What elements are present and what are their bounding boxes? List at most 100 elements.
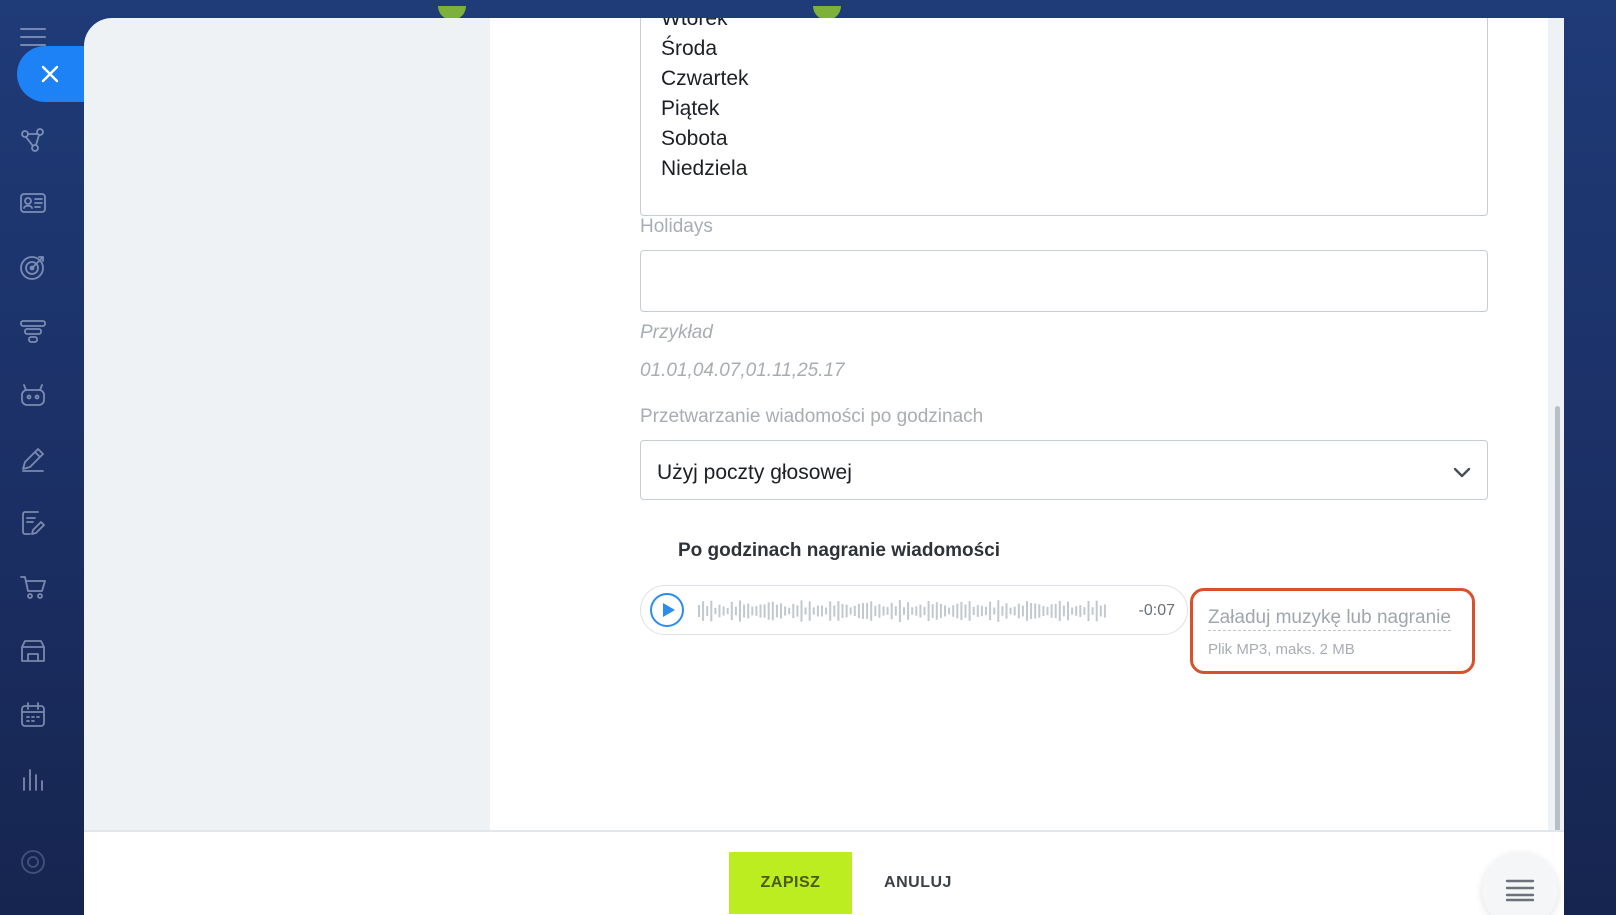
after-hours-select[interactable]: Użyj poczty głosowej xyxy=(640,440,1488,500)
waveform-bar xyxy=(800,600,803,622)
waveform-bar xyxy=(1091,607,1094,615)
weekday-item[interactable]: Czwartek xyxy=(661,67,749,91)
waveform-bar xyxy=(751,606,754,616)
waveform-bar xyxy=(952,605,955,617)
waveform[interactable] xyxy=(698,596,1108,626)
waveform-bar xyxy=(939,603,942,619)
waveform-bar xyxy=(698,605,700,617)
store-icon[interactable] xyxy=(17,635,49,667)
cancel-button[interactable]: ANULUJ xyxy=(868,852,968,914)
waveform-bar xyxy=(825,607,828,615)
menu-button[interactable] xyxy=(1482,852,1558,915)
chevron-down-icon xyxy=(1451,461,1473,483)
waveform-bar xyxy=(853,605,856,617)
scrollbar-thumb[interactable] xyxy=(1555,406,1560,836)
waveform-bar xyxy=(841,604,844,618)
waveform-bar xyxy=(1103,604,1106,618)
waveform-bar xyxy=(808,601,811,621)
contact-card-icon[interactable] xyxy=(17,187,49,219)
weekday-item[interactable]: Środa xyxy=(661,37,717,61)
waveform-bar xyxy=(964,604,967,618)
close-icon xyxy=(41,65,59,83)
save-button[interactable]: ZAPISZ xyxy=(729,852,852,914)
waveform-bar xyxy=(1046,606,1049,616)
waveform-bar xyxy=(833,605,836,617)
waveform-bar xyxy=(788,607,791,615)
waveform-bar xyxy=(866,603,869,619)
waveform-bar xyxy=(1013,606,1016,616)
waveform-bar xyxy=(816,605,819,617)
play-button[interactable] xyxy=(650,593,684,627)
weekday-item[interactable]: Piątek xyxy=(661,97,719,121)
waveform-bar xyxy=(1087,600,1090,622)
settings-icon[interactable] xyxy=(17,846,49,878)
robot-icon[interactable] xyxy=(17,379,49,411)
waveform-bar xyxy=(763,604,766,618)
document-edit-icon[interactable] xyxy=(17,507,49,539)
holidays-input[interactable] xyxy=(640,250,1488,312)
waveform-bar xyxy=(935,602,938,620)
upload-music-link[interactable]: Załaduj muzykę lub nagranie xyxy=(1208,607,1451,631)
waveform-bar xyxy=(911,607,914,615)
after-hours-selected-value: Użyj poczty głosowej xyxy=(657,461,852,484)
waveform-bar xyxy=(1079,605,1082,617)
upload-highlight: Załaduj muzykę lub nagranie Plik MP3, ma… xyxy=(1190,588,1475,674)
settings-panel: Wtorek Środa Czwartek Piątek Sobota Nied… xyxy=(84,18,1564,915)
waveform-bar xyxy=(755,606,758,616)
waveform-bar xyxy=(874,605,877,617)
scrollbar[interactable] xyxy=(1548,18,1564,836)
waveform-bar xyxy=(1095,600,1098,622)
analytics-icon[interactable] xyxy=(17,763,49,795)
waveform-bar xyxy=(726,607,729,615)
waveform-bar xyxy=(931,604,934,618)
waveform-bar xyxy=(1001,606,1004,616)
form-content: Wtorek Środa Czwartek Piątek Sobota Nied… xyxy=(490,18,1564,830)
weekday-list[interactable]: Wtorek Środa Czwartek Piątek Sobota Nied… xyxy=(640,18,1488,216)
waveform-bar xyxy=(743,604,746,618)
waveform-bar xyxy=(997,600,1000,622)
waveform-bar xyxy=(993,607,996,615)
waveform-bar xyxy=(1083,607,1086,615)
cart-icon[interactable] xyxy=(17,571,49,603)
example-label: Przykład xyxy=(640,322,713,343)
list-icon xyxy=(1505,879,1535,902)
waveform-bar xyxy=(706,606,709,616)
waveform-bar xyxy=(870,601,873,621)
waveform-bar xyxy=(903,607,905,615)
waveform-bar xyxy=(1099,605,1102,617)
waveform-bar xyxy=(890,602,893,620)
playback-time: -0:07 xyxy=(1138,602,1175,619)
waveform-bar xyxy=(804,607,807,615)
waveform-bar xyxy=(845,604,848,618)
calendar-icon[interactable] xyxy=(17,699,49,731)
waveform-bar xyxy=(792,603,795,619)
target-icon[interactable] xyxy=(17,251,49,283)
waveform-bar xyxy=(907,602,910,620)
waveform-bar xyxy=(1050,604,1053,618)
audio-player: -0:07 xyxy=(640,585,1188,635)
menu-icon[interactable] xyxy=(20,28,46,48)
waveform-bar xyxy=(878,604,881,618)
waveform-bar xyxy=(944,605,946,617)
waveform-bar xyxy=(739,600,741,622)
weekday-item[interactable]: Niedziela xyxy=(661,157,747,181)
waveform-bar xyxy=(1026,601,1028,621)
waveform-bar xyxy=(821,605,823,617)
waveform-bar xyxy=(1075,606,1078,616)
waveform-bar xyxy=(718,604,721,618)
close-slider-button[interactable] xyxy=(17,46,87,102)
example-value: 01.01,04.07,01.11,25.17 xyxy=(640,360,845,381)
waveform-bar xyxy=(1005,603,1008,619)
weekday-item[interactable]: Sobota xyxy=(661,127,728,151)
edit-icon[interactable] xyxy=(17,443,49,475)
waveform-bar xyxy=(771,601,774,621)
weekday-item[interactable]: Wtorek xyxy=(661,18,728,31)
waveform-bar xyxy=(714,607,717,615)
waveform-bar xyxy=(980,605,983,617)
filter-icon[interactable] xyxy=(17,315,49,347)
waveform-bar xyxy=(857,603,860,619)
waveform-bar xyxy=(1030,603,1033,619)
waveform-bar xyxy=(734,606,737,616)
waveform-bar xyxy=(927,600,930,622)
connections-icon[interactable] xyxy=(17,124,49,156)
